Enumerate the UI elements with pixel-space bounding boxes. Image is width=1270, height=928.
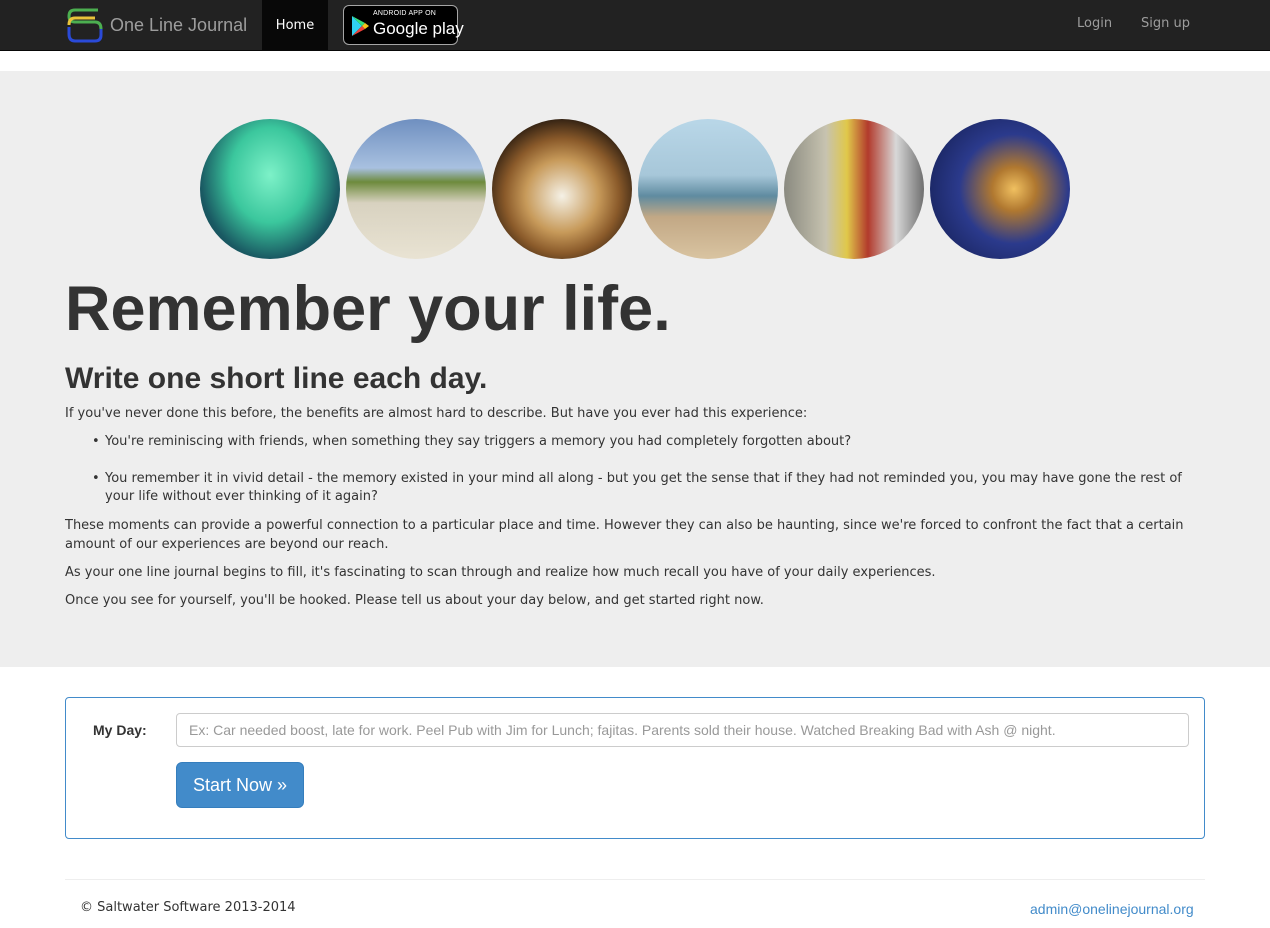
google-play-badge-link[interactable]: ANDROID APP ON Google play <box>343 5 464 45</box>
photo-bridge-night <box>930 119 1070 259</box>
photo-subway-train <box>784 119 924 259</box>
bullet-dot: • <box>92 471 100 486</box>
list-item-text: You remember it in vivid detail - the me… <box>105 471 1182 504</box>
my-day-form-panel: My Day: Start Now » <box>65 697 1205 839</box>
footer-divider <box>65 879 1205 880</box>
brand-title: One Line Journal <box>110 14 248 35</box>
fill-paragraph: As your one line journal begins to fill,… <box>65 565 936 580</box>
google-play-badge-small-text: ANDROID APP ON <box>373 10 436 17</box>
hero-subtitle: Write one short line each day. <box>65 362 488 395</box>
nav-signup-link[interactable]: Sign up <box>1141 16 1190 31</box>
moments-paragraph: These moments can provide a powerful con… <box>65 518 1184 552</box>
google-play-badge-big-text: Google play <box>373 19 464 38</box>
list-item: • You remember it in vivid detail - the … <box>92 470 1192 506</box>
footer-copyright: © Saltwater Software 2013-2014 <box>80 900 296 915</box>
bullet-dot: • <box>92 434 100 449</box>
list-item-text: You're reminiscing with friends, when so… <box>105 434 852 449</box>
hero-title: Remember your life. <box>65 274 671 344</box>
google-play-triangle-icon <box>352 16 369 36</box>
list-item: • You're reminiscing with friends, when … <box>92 433 1192 451</box>
photo-runner <box>638 119 778 259</box>
my-day-label: My Day: <box>93 722 147 738</box>
photo-breakfast-plate <box>492 119 632 259</box>
hero-jumbotron: Remember your life. Write one short line… <box>0 71 1270 667</box>
photo-beach-tree <box>346 119 486 259</box>
start-now-button[interactable]: Start Now » <box>176 762 304 808</box>
call-to-action-paragraph: Once you see for yourself, you'll be hoo… <box>65 593 764 608</box>
nav-login-link[interactable]: Login <box>1077 16 1112 31</box>
footer-email-link[interactable]: admin@onelinejournal.org <box>1030 901 1194 917</box>
nav-home-link[interactable]: Home <box>262 0 328 50</box>
photo-northern-lights <box>200 119 340 259</box>
my-day-input[interactable] <box>176 713 1189 747</box>
intro-paragraph: If you've never done this before, the be… <box>65 406 808 421</box>
top-navbar: One Line Journal Home ANDROID APP ON Goo… <box>0 0 1270 51</box>
photo-circles-row <box>200 119 1070 259</box>
brand-link[interactable]: One Line Journal <box>65 5 247 45</box>
one-line-journal-logo-icon <box>67 8 103 43</box>
